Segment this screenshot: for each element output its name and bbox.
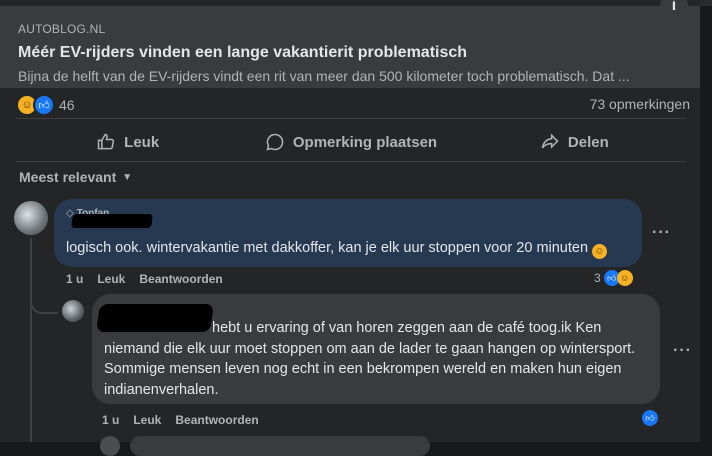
comment-reply-link[interactable]: Beantwoorden bbox=[175, 413, 258, 427]
post-actions: Leuk Opmerking plaatsen Delen bbox=[16, 124, 686, 160]
chevron-down-icon: ▼ bbox=[122, 171, 133, 183]
avatar[interactable] bbox=[14, 201, 48, 235]
share-button[interactable]: Delen bbox=[463, 124, 686, 160]
like-reaction-icon: 👍︎ bbox=[642, 410, 658, 426]
comment-label: Opmerking plaatsen bbox=[292, 133, 438, 151]
comment-text: hebt u ervaring of van horen zeggen aan … bbox=[104, 318, 652, 400]
reaction-count: 46 bbox=[59, 97, 75, 113]
link-description: Bijna de helft van de EV-rijders vindt e… bbox=[18, 68, 630, 84]
like-reaction-icon: 👍︎ bbox=[33, 94, 55, 116]
share-label: Delen bbox=[567, 133, 609, 151]
speech-bubble-icon bbox=[266, 133, 284, 151]
avatar[interactable] bbox=[62, 300, 84, 322]
comment-reactions[interactable]: 👍︎ bbox=[642, 410, 658, 426]
comments-count[interactable]: 73 opmerkingen bbox=[590, 96, 690, 112]
like-button[interactable]: Leuk bbox=[16, 124, 239, 160]
thread-connector bbox=[30, 290, 58, 314]
comment-bubble bbox=[130, 436, 430, 456]
comment-button[interactable]: Opmerking plaatsen bbox=[239, 124, 462, 160]
comment-time[interactable]: 1 u bbox=[66, 272, 83, 286]
comment-meta: 1 u Leuk Beantwoorden bbox=[102, 413, 259, 427]
share-arrow-icon bbox=[541, 133, 559, 149]
ellipsis-icon[interactable]: ··· bbox=[652, 224, 671, 242]
comment-text-body: logisch ook. wintervakantie met dakkoffe… bbox=[66, 240, 589, 256]
comment-time[interactable]: 1 u bbox=[102, 413, 119, 427]
comment-reply-link[interactable]: Beantwoorden bbox=[139, 272, 222, 286]
comment-like-link[interactable]: Leuk bbox=[97, 272, 125, 286]
redacted-name bbox=[71, 214, 153, 228]
comment-meta: 1 u Leuk Beantwoorden bbox=[66, 272, 223, 286]
sort-label: Meest relevant bbox=[19, 169, 117, 185]
grin-emoji-icon: ☺ bbox=[592, 244, 608, 259]
haha-reaction-icon: ☺ bbox=[616, 270, 633, 286]
comment-like-link[interactable]: Leuk bbox=[133, 413, 161, 427]
like-label: Leuk bbox=[124, 133, 160, 151]
avatar[interactable] bbox=[100, 436, 120, 456]
ellipsis-icon[interactable]: ··· bbox=[673, 342, 692, 360]
comment-reaction-count: 3 bbox=[594, 271, 601, 285]
link-headline[interactable]: Méér EV-rijders vinden een lange vakanti… bbox=[18, 44, 467, 62]
comment-reactions[interactable]: 3 👍︎ ☺ bbox=[594, 270, 633, 286]
reaction-summary[interactable]: ☺ 👍︎ 46 bbox=[16, 94, 75, 116]
link-preview[interactable]: AUTOBLOG.NL Méér EV-rijders vinden een l… bbox=[0, 6, 700, 88]
thumbs-up-icon bbox=[97, 133, 115, 150]
comment-text: logisch ook. wintervakantie met dakkoffe… bbox=[66, 240, 608, 259]
post-card: AUTOBLOG.NL Méér EV-rijders vinden een l… bbox=[0, 0, 700, 456]
divider bbox=[16, 161, 686, 162]
thread-line bbox=[30, 238, 32, 442]
sort-dropdown[interactable]: Meest relevant ▼ bbox=[19, 169, 132, 185]
link-source: AUTOBLOG.NL bbox=[18, 22, 106, 36]
divider bbox=[16, 118, 686, 119]
comment-text-body: hebt u ervaring of van horen zeggen aan … bbox=[104, 320, 636, 398]
